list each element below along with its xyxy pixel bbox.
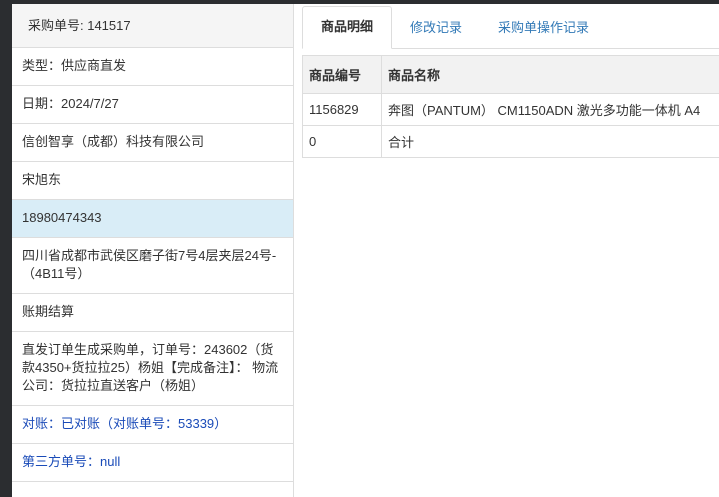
- tab-product-details[interactable]: 商品明细: [302, 6, 393, 49]
- product-name-cell: 奔图（PANTUM） CM1150ADN 激光多功能一体机 A4: [381, 93, 719, 126]
- table-header-row: 商品编号 商品名称: [302, 55, 719, 94]
- payment-terms: 账期结算: [12, 294, 293, 332]
- column-header-product-name[interactable]: 商品名称: [381, 55, 719, 94]
- total-label-cell: 合计: [381, 125, 719, 158]
- detail-tabs: 商品明细 修改记录 采购单操作记录: [302, 6, 719, 49]
- tab-operation-log[interactable]: 采购单操作记录: [480, 8, 607, 48]
- third-party-order-number: 第三方单号：null: [12, 444, 293, 482]
- total-count-cell: 0: [302, 125, 382, 158]
- delivery-address: 四川省成都市武侯区磨子街7号4层夹层24号-（4B11号）: [12, 238, 293, 294]
- contact-phone: 18980474343: [12, 200, 293, 238]
- product-table: 商品编号 商品名称 1156829 奔图（PANTUM） CM1150ADN 激…: [302, 55, 719, 158]
- reconciliation-status-link[interactable]: 对账：已对账（对账单号：53339）: [12, 406, 293, 444]
- order-type: 类型：供应商直发: [12, 48, 293, 86]
- order-info-panel: 采购单号: 141517 类型：供应商直发 日期：2024/7/27 信创智享（…: [12, 4, 294, 497]
- contact-name: 宋旭东: [12, 162, 293, 200]
- table-row[interactable]: 1156829 奔图（PANTUM） CM1150ADN 激光多功能一体机 A4: [302, 93, 719, 126]
- company-name: 信创智享（成都）科技有限公司: [12, 124, 293, 162]
- column-header-product-code[interactable]: 商品编号: [302, 55, 382, 94]
- product-table-container: 商品编号 商品名称 1156829 奔图（PANTUM） CM1150ADN 激…: [302, 55, 719, 158]
- order-date: 日期：2024/7/27: [12, 86, 293, 124]
- detail-panel: 商品明细 修改记录 采购单操作记录 商品编号 商品名称 1156829 奔图（P…: [294, 4, 719, 497]
- product-code-cell: 1156829: [302, 93, 382, 126]
- purchase-order-number: 采购单号: 141517: [12, 4, 293, 48]
- order-info-list: 类型：供应商直发 日期：2024/7/27 信创智享（成都）科技有限公司 宋旭东…: [12, 48, 293, 482]
- table-row-total: 0 合计: [302, 125, 719, 158]
- order-remark: 直发订单生成采购单，订单号：243602（货款4350+货拉拉25）杨姐【完成备…: [12, 332, 293, 406]
- tab-modification-history[interactable]: 修改记录: [392, 8, 480, 48]
